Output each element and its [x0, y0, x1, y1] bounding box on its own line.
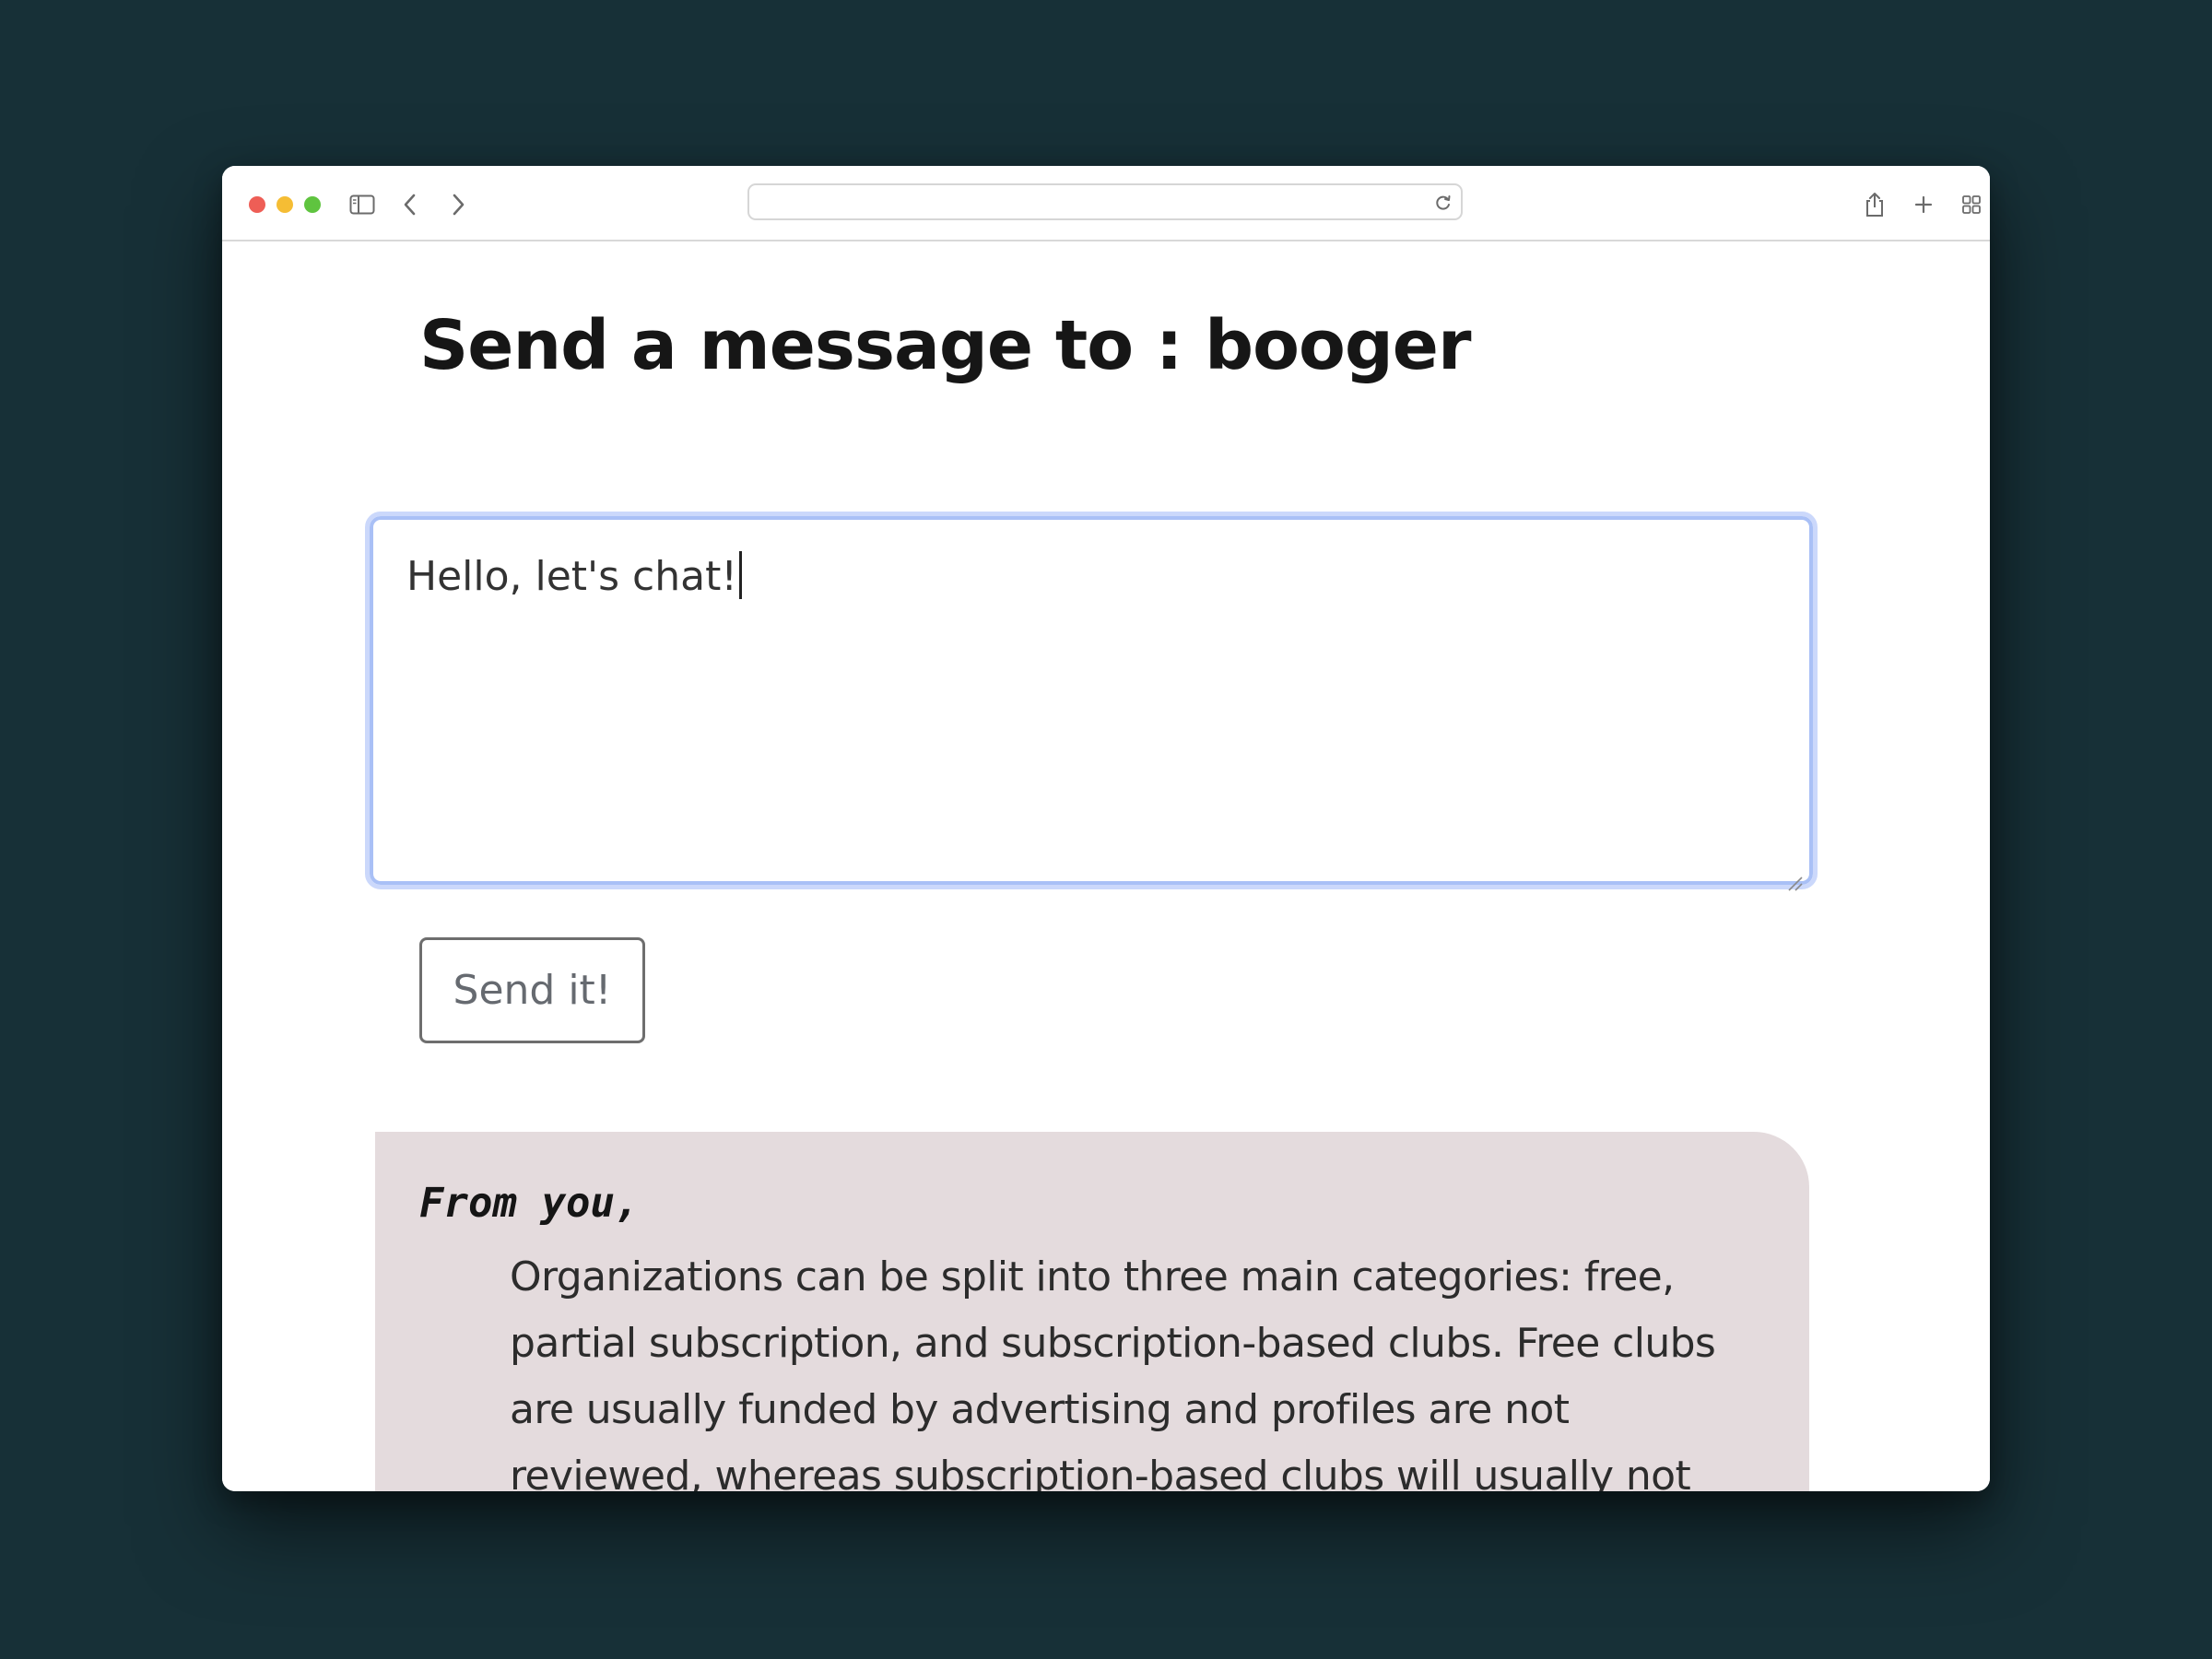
- tab-overview-icon[interactable]: [1953, 186, 1990, 223]
- message-sender: From you,: [419, 1180, 640, 1227]
- message-body: Organizations can be split into three ma…: [510, 1253, 1716, 1491]
- send-button[interactable]: Send it!: [419, 937, 645, 1043]
- browser-toolbar: [222, 166, 1990, 241]
- sidebar-icon[interactable]: [344, 186, 381, 223]
- forward-icon[interactable]: [440, 186, 477, 223]
- close-window-button[interactable]: [249, 196, 265, 213]
- back-icon[interactable]: [392, 186, 429, 223]
- page-title: Send a message to : booger: [419, 306, 1471, 385]
- text-caret: [738, 551, 742, 599]
- reload-icon[interactable]: [1433, 193, 1453, 213]
- message-textarea[interactable]: Hello, let's chat!: [365, 512, 1818, 891]
- resize-handle-icon[interactable]: [1783, 855, 1804, 891]
- page-content: Send a message to : booger Hello, let's …: [222, 241, 1990, 1491]
- zoom-window-button[interactable]: [304, 196, 321, 213]
- minimize-window-button[interactable]: [276, 196, 293, 213]
- message-text: Hello, let's chat!: [406, 553, 737, 600]
- message-card: From you, Organizations can be split int…: [375, 1132, 1809, 1491]
- address-bar[interactable]: [747, 183, 1463, 220]
- share-icon[interactable]: [1856, 186, 1893, 223]
- browser-window: Send a message to : booger Hello, let's …: [222, 166, 1990, 1491]
- new-tab-icon[interactable]: [1905, 186, 1942, 223]
